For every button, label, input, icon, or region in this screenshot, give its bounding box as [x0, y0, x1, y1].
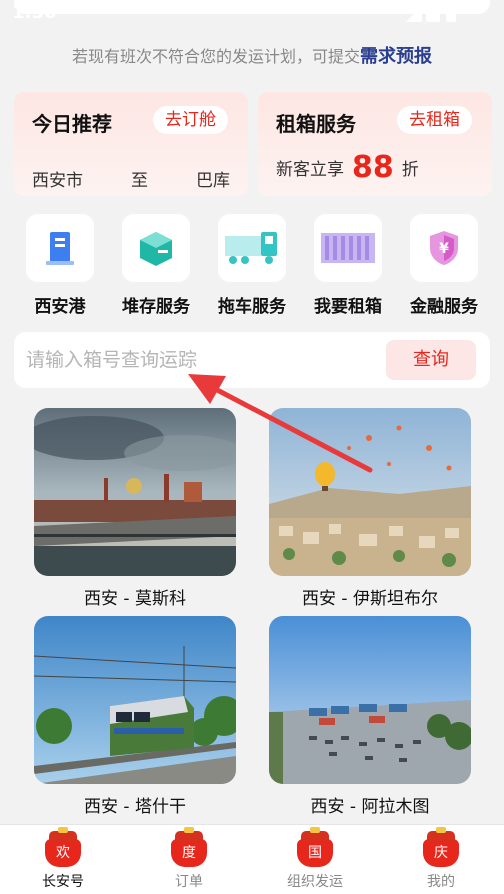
route-card-almaty[interactable]: 西安 - 阿拉木图: [269, 616, 471, 817]
service-rent-container[interactable]: 我要租箱: [300, 212, 396, 322]
notice-text: 若现有班次不符合您的发运计划，可提交: [71, 47, 360, 66]
tab-changan[interactable]: 欢 长安号: [0, 825, 126, 894]
finance-shield-icon: ¥: [410, 214, 478, 282]
route-card-tashkent[interactable]: 西安 - 塔什干: [34, 616, 236, 817]
route-name: 西安 - 塔什干: [84, 797, 186, 817]
tab-organize-shipment[interactable]: 国 组织发运: [252, 825, 378, 894]
query-button[interactable]: 查询: [386, 340, 476, 380]
tab-orders[interactable]: 度 订单: [126, 825, 252, 894]
route-name: 西安 - 阿拉木图: [310, 797, 430, 817]
service-label: 拖车服务: [218, 297, 286, 317]
rent-container-button[interactable]: 去租箱: [397, 106, 472, 134]
tab-label: 组织发运: [287, 874, 343, 890]
festival-lantern-icon: 庆: [423, 827, 459, 867]
tab-label: 长安号: [42, 874, 84, 890]
festival-lantern-icon: 度: [171, 827, 207, 867]
svg-text:¥: ¥: [439, 241, 449, 257]
storage-box-icon: [122, 214, 190, 282]
battery-icon: [446, 6, 456, 22]
demand-notice: 若现有班次不符合您的发运计划，可提交需求预报: [0, 42, 504, 68]
signal-icon: [406, 6, 422, 22]
wifi-icon: [426, 8, 440, 22]
route-image-tashkent: [34, 616, 236, 784]
bottom-tab-bar: 欢 长安号 度 订单 国 组织发运 庆 我的: [0, 824, 504, 894]
today-recommend-title: 今日推荐: [32, 112, 112, 136]
service-label: 我要租箱: [314, 297, 382, 317]
status-time: 1:30: [12, 2, 57, 23]
tab-label: 我的: [427, 874, 455, 890]
route-origin: 西安市: [32, 171, 83, 191]
status-bar: 1:30: [0, 0, 504, 24]
new-customer-discount: 新客立享 88 折: [276, 148, 419, 185]
route-name: 西安 - 伊斯坦布尔: [302, 589, 438, 609]
recommend-route: 西安市 至 巴库: [32, 166, 230, 191]
today-recommend-card[interactable]: 今日推荐 去订舱 西安市 至 巴库: [14, 92, 248, 196]
service-storage[interactable]: 堆存服务: [108, 212, 204, 322]
building-icon: [26, 214, 94, 282]
festival-lantern-icon: 国: [297, 827, 333, 867]
service-label: 金融服务: [410, 297, 478, 317]
truck-icon: [218, 214, 286, 282]
discount-suffix: 折: [401, 160, 419, 180]
arrow-annotation-icon: [188, 374, 373, 473]
service-label: 堆存服务: [122, 297, 190, 317]
status-icons: [406, 6, 466, 22]
tab-mine[interactable]: 庆 我的: [378, 825, 504, 894]
route-name: 西安 - 莫斯科: [84, 589, 186, 609]
container-icon: [314, 214, 382, 282]
demand-forecast-link[interactable]: 需求预报: [360, 46, 432, 67]
service-grid: 西安港 堆存服务 拖车服务 我要租箱 ¥ 金融服务: [12, 212, 492, 322]
service-trailer[interactable]: 拖车服务: [204, 212, 300, 322]
festival-lantern-icon: 欢: [45, 827, 81, 867]
container-rental-title: 租箱服务: [276, 112, 356, 136]
route-to: 至: [131, 171, 148, 191]
tab-label: 订单: [175, 874, 203, 890]
discount-value: 88: [352, 150, 394, 185]
route-image-almaty: [269, 616, 471, 784]
service-xian-port[interactable]: 西安港: [12, 212, 108, 322]
service-finance[interactable]: ¥ 金融服务: [396, 212, 492, 322]
book-space-button[interactable]: 去订舱: [153, 106, 228, 134]
discount-prefix: 新客立享: [276, 160, 344, 180]
container-rental-card[interactable]: 租箱服务 去租箱 新客立享 88 折: [258, 92, 492, 196]
route-destination: 巴库: [196, 171, 230, 191]
service-label: 西安港: [34, 297, 86, 317]
